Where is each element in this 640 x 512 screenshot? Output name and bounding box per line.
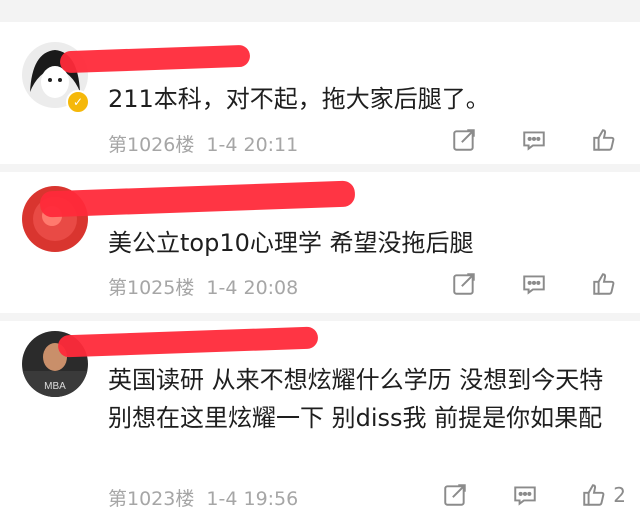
reply-icon[interactable] [511,481,539,509]
divider [0,313,640,321]
comment-text: 英国读研 从来不想炫耀什么学历 没想到今天特别想在这里炫耀一下 别diss我 前… [108,366,604,432]
like-button[interactable] [590,270,618,298]
comment-1026: ✓ 211本科，对不起，拖大家后腿了。 第1026楼 1-4 20:11 [0,22,640,172]
comment-text: 美公立top10心理学 希望没拖后腿 [108,229,474,257]
divider [0,164,640,172]
comment-meta: 第1023楼 1-4 19:56 [108,484,298,511]
floor-number: 第1026楼 [108,134,195,156]
redacted-username [59,44,251,74]
comment-actions [450,270,618,298]
comment-1025: 美公立top10心理学 希望没拖后腿 第1025楼 1-4 20:08 [0,172,640,320]
redacted-username [57,326,319,358]
floor-number: 第1025楼 [108,277,195,299]
comment-actions [450,126,618,154]
comment-actions: 2 [441,481,626,509]
verified-badge-icon: ✓ [66,90,90,114]
comment-date: 1-4 20:11 [206,134,299,156]
share-icon[interactable] [450,126,478,154]
redacted-username [39,180,356,218]
share-icon[interactable] [450,270,478,298]
like-button[interactable] [590,126,618,154]
comment-meta: 第1026楼 1-4 20:11 [108,130,298,157]
like-icon [593,273,615,295]
reply-icon[interactable] [520,126,548,154]
comment-date: 1-4 19:56 [206,488,299,510]
like-button[interactable]: 2 [581,481,626,509]
share-icon[interactable] [441,481,469,509]
comment-date: 1-4 20:08 [206,277,299,299]
top-bar [0,0,640,22]
comment-meta: 第1025楼 1-4 20:08 [108,273,298,300]
like-icon [583,484,605,506]
reply-icon[interactable] [520,270,548,298]
svg-text:MBA: MBA [44,381,66,392]
comment-text: 211本科，对不起，拖大家后腿了。 [108,85,490,113]
like-icon [593,129,615,151]
comment-1023: MBA 英国读研 从来不想炫耀什么学历 没想到今天特别想在这里炫耀一下 别dis… [0,321,640,512]
like-count: 2 [613,483,626,507]
floor-number: 第1023楼 [108,488,195,510]
